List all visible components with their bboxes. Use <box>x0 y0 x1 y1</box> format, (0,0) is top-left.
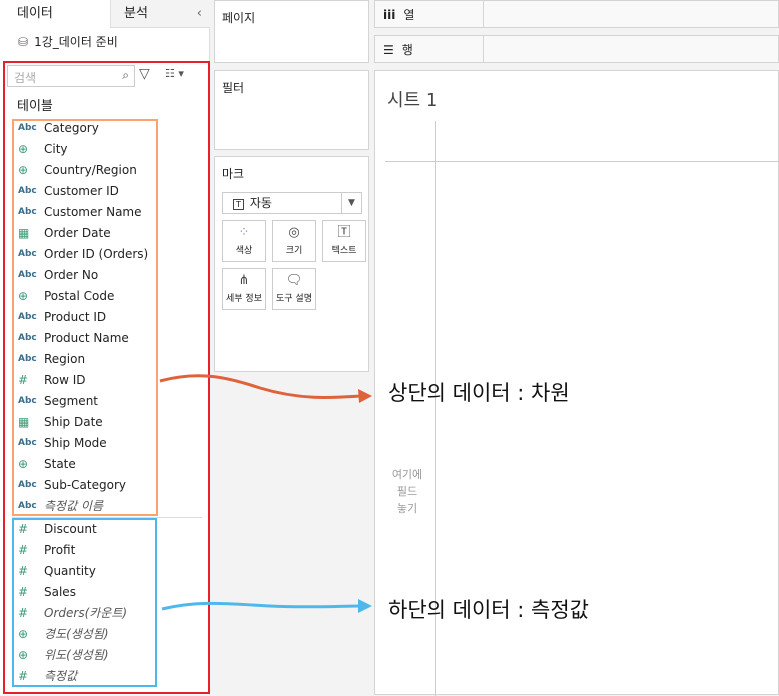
orange-arrowhead <box>358 389 372 403</box>
measures-annotation: 하단의 데이터 : 측정값 <box>388 598 589 622</box>
blue-arrowhead <box>358 599 372 613</box>
dimensions-annotation: 상단의 데이터 : 차원 <box>388 381 570 405</box>
annotation-arrows <box>159 374 372 613</box>
blue-arrow <box>161 601 361 611</box>
orange-arrow <box>159 374 361 400</box>
